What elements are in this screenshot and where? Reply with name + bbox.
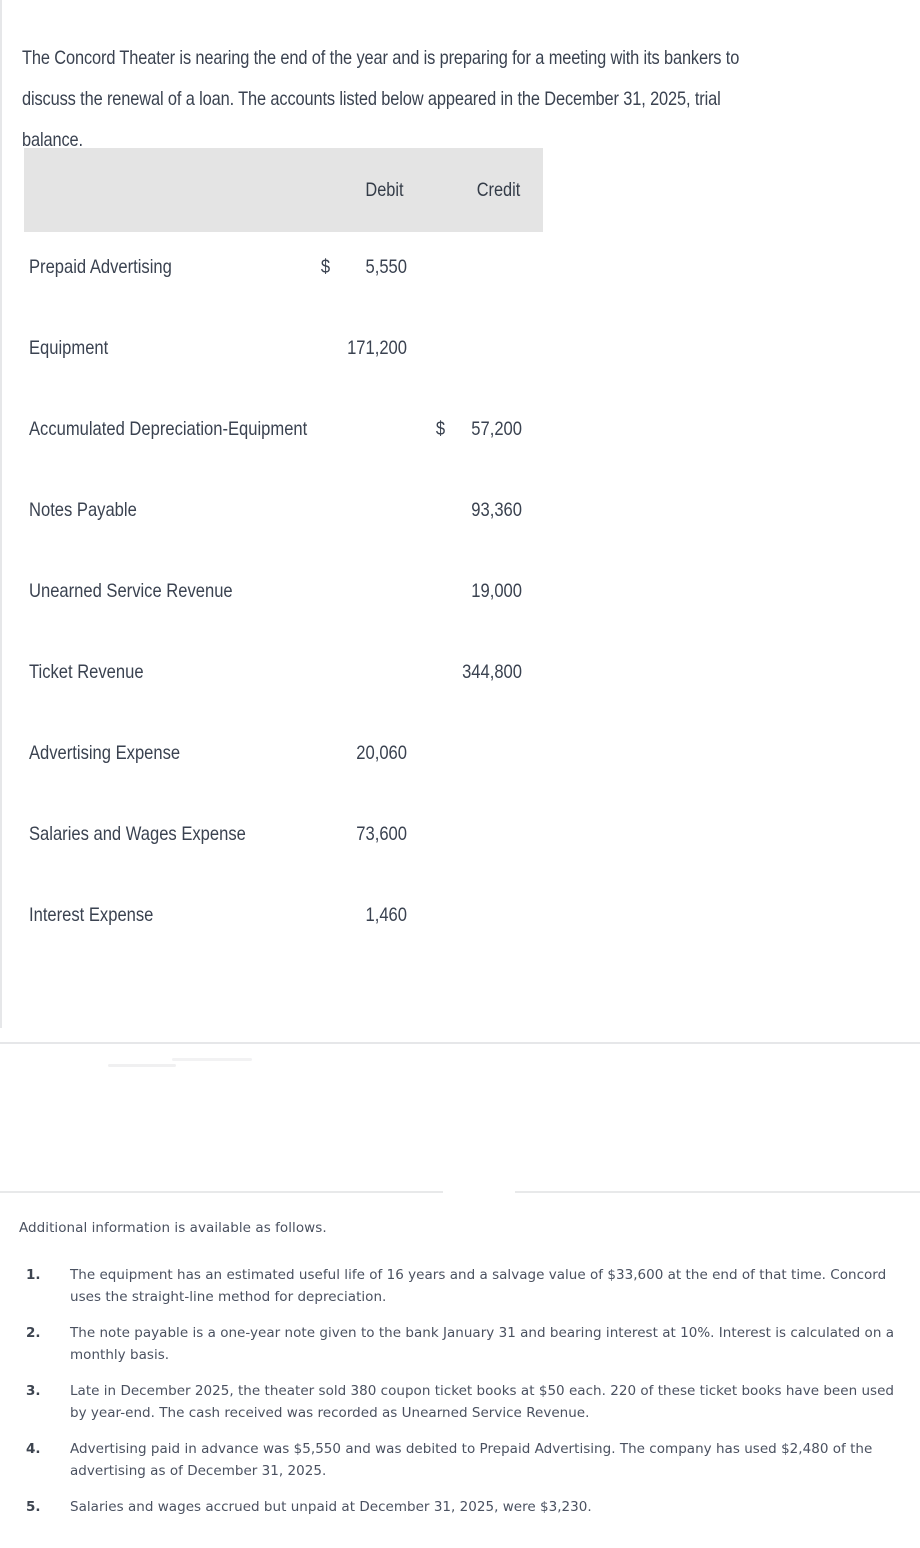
page-break-artifact-b [172, 1058, 252, 1061]
list-item: 4. Advertising paid in advance was $5,550… [0, 1439, 920, 1482]
column-header-credit: Credit [476, 180, 521, 201]
table-body: Prepaid Advertising $5,550 Equipment 171,20… [2, 232, 562, 961]
table-row: Notes Payable 93,360 [2, 475, 562, 556]
account-name-cell: Advertising Expense [29, 742, 181, 764]
column-header-debit: Debit [365, 180, 404, 201]
list-item: 2. The note payable is a one-year note gi… [0, 1323, 920, 1366]
section-divider-upper [0, 1042, 920, 1044]
list-item-text: The note payable is a one-year note give… [70, 1325, 895, 1363]
table-row: Salaries and Wages Expense 73,600 [2, 799, 562, 880]
list-item-text: Salaries and wages accrued but unpaid at… [70, 1499, 592, 1515]
account-name-cell: Equipment [29, 337, 109, 359]
account-name-cell: Prepaid Advertising [29, 256, 172, 278]
list-item-number: 2. [26, 1325, 41, 1341]
list-item-text: Late in December 2025, the theater sold … [70, 1383, 895, 1421]
additional-information-list: 1. The equipment has an estimated useful … [0, 1265, 920, 1534]
account-name-cell: Notes Payable [29, 499, 137, 521]
credit-amount-cell: 93,360 [471, 499, 522, 521]
list-item-number: 5. [26, 1499, 41, 1515]
table-row: Prepaid Advertising $5,550 [2, 232, 562, 313]
list-item-text: Advertising paid in advance was $5,550 a… [70, 1441, 873, 1479]
list-item-number: 4. [26, 1441, 41, 1457]
table-row: Unearned Service Revenue 19,000 [2, 556, 562, 637]
list-item-text: The equipment has an estimated useful li… [70, 1267, 887, 1305]
additional-information-heading: Additional information is available as f… [19, 1220, 327, 1236]
table-row: Interest Expense 1,460 [2, 880, 562, 961]
account-name-cell: Ticket Revenue [29, 661, 144, 683]
list-item-number: 3. [26, 1383, 41, 1399]
table-row: Advertising Expense 20,060 [2, 718, 562, 799]
problem-intro-paragraph: The Concord Theater is nearing the end o… [22, 46, 740, 151]
table-header-row: Debit Credit [24, 148, 543, 232]
trial-balance-table: Debit Credit Prepaid Advertising $5,550 Eq… [2, 148, 562, 961]
page-break-artifact-a [108, 1064, 176, 1067]
credit-amount-cell: 57,200 [471, 418, 522, 440]
credit-amount-cell: 19,000 [471, 580, 522, 602]
list-item: 5. Salaries and wages accrued but unpaid … [0, 1497, 920, 1519]
problem-statement-card: The Concord Theater is nearing the end o… [0, 0, 920, 1028]
debit-amount-cell: 171,200 [347, 337, 407, 359]
table-row: Accumulated Depreciation-Equipment $57,20… [2, 394, 562, 475]
section-divider-left [0, 1191, 443, 1193]
credit-amount-cell: 344,800 [462, 661, 522, 683]
debit-amount-cell: 20,060 [356, 742, 407, 764]
list-item: 1. The equipment has an estimated useful … [0, 1265, 920, 1308]
section-divider-right [515, 1191, 920, 1193]
debit-amount-cell: 5,550 [365, 256, 407, 278]
table-row: Ticket Revenue 344,800 [2, 637, 562, 718]
list-item: 3. Late in December 2025, the theater sol… [0, 1381, 920, 1424]
account-name-cell: Accumulated Depreciation-Equipment [29, 418, 308, 440]
table-row: Equipment 171,200 [2, 313, 562, 394]
list-item-number: 1. [26, 1267, 41, 1283]
account-name-cell: Unearned Service Revenue [29, 580, 233, 602]
debit-amount-cell: 73,600 [356, 823, 407, 845]
account-name-cell: Interest Expense [29, 904, 154, 926]
debit-amount-cell: 1,460 [365, 904, 407, 926]
account-name-cell: Salaries and Wages Expense [29, 823, 246, 845]
